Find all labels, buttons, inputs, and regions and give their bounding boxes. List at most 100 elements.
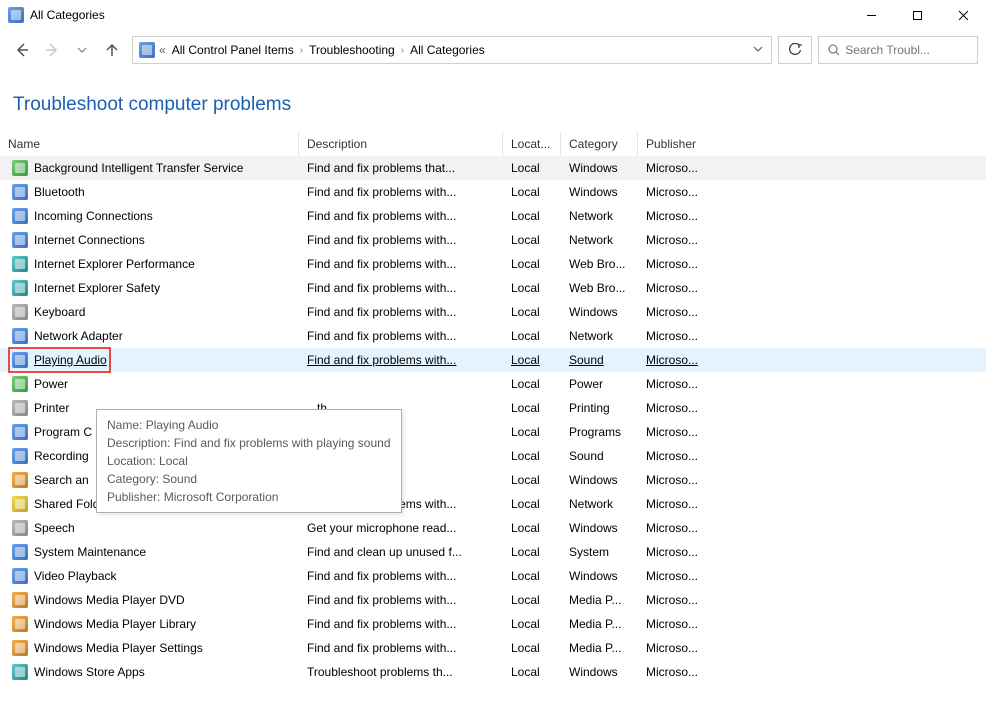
refresh-button[interactable] — [778, 36, 812, 64]
item-publisher: Microso... — [638, 641, 720, 655]
item-name: Bluetooth — [34, 185, 85, 199]
item-publisher: Microso... — [638, 449, 720, 463]
tooltip-name: Playing Audio — [146, 418, 219, 432]
item-icon — [12, 664, 28, 680]
window-icon — [8, 7, 24, 23]
item-publisher: Microso... — [638, 545, 720, 559]
column-header-name[interactable]: Name — [0, 132, 299, 156]
item-location: Local — [503, 353, 561, 367]
table-row[interactable]: Internet ConnectionsFind and fix problem… — [0, 228, 986, 252]
table-row[interactable]: Playing AudioFind and fix problems with.… — [0, 348, 986, 372]
nav-recent-button[interactable] — [68, 36, 96, 64]
item-publisher: Microso... — [638, 209, 720, 223]
item-category: Sound — [561, 449, 638, 463]
minimize-icon — [866, 10, 877, 21]
item-location: Local — [503, 401, 561, 415]
item-name: Recording — [34, 449, 89, 463]
item-publisher: Microso... — [638, 497, 720, 511]
item-name: Internet Connections — [34, 233, 145, 247]
breadcrumb-item[interactable]: All Categories — [406, 37, 489, 63]
table-row[interactable]: Windows Media Player SettingsFind and fi… — [0, 636, 986, 660]
column-header-category[interactable]: Category — [561, 132, 638, 156]
tooltip-cat-label: Category: — [107, 472, 159, 486]
item-location: Local — [503, 473, 561, 487]
item-category: Programs — [561, 425, 638, 439]
table-row[interactable]: BluetoothFind and fix problems with...Lo… — [0, 180, 986, 204]
table-row[interactable]: Network AdapterFind and fix problems wit… — [0, 324, 986, 348]
item-description: Troubleshoot problems th... — [299, 665, 503, 679]
tooltip-cat: Sound — [162, 472, 197, 486]
item-publisher: Microso... — [638, 569, 720, 583]
item-name: Search an — [34, 473, 89, 487]
item-location: Local — [503, 665, 561, 679]
item-category: Network — [561, 329, 638, 343]
item-publisher: Microso... — [638, 593, 720, 607]
table-row[interactable]: Incoming ConnectionsFind and fix problem… — [0, 204, 986, 228]
table-row[interactable]: Background Intelligent Transfer ServiceF… — [0, 156, 986, 180]
tooltip-desc: Find and fix problems with playing sound — [174, 436, 391, 450]
search-input[interactable] — [845, 43, 969, 57]
table-row[interactable]: Windows Store Apps Troubleshoot problems … — [0, 660, 986, 684]
table-row[interactable]: Windows Media Player DVDFind and fix pro… — [0, 588, 986, 612]
item-category: Network — [561, 233, 638, 247]
item-name: Windows Store Apps — [34, 665, 145, 679]
item-location: Local — [503, 641, 561, 655]
item-publisher: Microso... — [638, 281, 720, 295]
column-header-publisher[interactable]: Publisher — [638, 132, 720, 156]
column-header-location[interactable]: Locat... — [503, 132, 561, 156]
item-publisher: Microso... — [638, 329, 720, 343]
item-description: Find and fix problems with... — [299, 209, 503, 223]
search-box[interactable] — [818, 36, 978, 64]
item-publisher: Microso... — [638, 521, 720, 535]
item-publisher: Microso... — [638, 617, 720, 631]
item-publisher: Microso... — [638, 305, 720, 319]
breadcrumb-item[interactable]: All Control Panel Items — [168, 37, 298, 63]
close-button[interactable] — [940, 0, 986, 30]
item-name: Speech — [34, 521, 75, 535]
titlebar: All Categories — [0, 0, 986, 30]
nav-up-button[interactable] — [98, 36, 126, 64]
chevron-down-icon — [753, 44, 763, 54]
nav-forward-button[interactable] — [38, 36, 66, 64]
table-row[interactable]: Internet Explorer PerformanceFind and fi… — [0, 252, 986, 276]
item-icon — [12, 616, 28, 632]
item-description: Get your microphone read... — [299, 521, 503, 535]
arrow-up-icon — [104, 42, 120, 58]
column-header-description[interactable]: Description — [299, 132, 503, 156]
breadcrumb-item[interactable]: Troubleshooting — [305, 37, 399, 63]
column-headers: Name Description Locat... Category Publi… — [0, 132, 986, 156]
item-icon — [12, 256, 28, 272]
item-icon — [12, 568, 28, 584]
tooltip: Name: Playing Audio Description: Find an… — [96, 409, 402, 513]
item-category: Media P... — [561, 641, 638, 655]
item-location: Local — [503, 209, 561, 223]
item-location: Local — [503, 425, 561, 439]
maximize-button[interactable] — [894, 0, 940, 30]
item-name: Program C — [34, 425, 92, 439]
nav-back-button[interactable] — [8, 36, 36, 64]
address-bar[interactable]: « All Control Panel Items › Troubleshoot… — [132, 36, 772, 64]
item-icon — [12, 520, 28, 536]
minimize-button[interactable] — [848, 0, 894, 30]
table-row[interactable]: Windows Media Player LibraryFind and fix… — [0, 612, 986, 636]
tooltip-desc-label: Description: — [107, 436, 170, 450]
table-row[interactable]: Video PlaybackFind and fix problems with… — [0, 564, 986, 588]
table-row[interactable]: SpeechGet your microphone read...LocalWi… — [0, 516, 986, 540]
table-row[interactable]: System MaintenanceFind and clean up unus… — [0, 540, 986, 564]
item-name: Network Adapter — [34, 329, 123, 343]
table-row[interactable]: KeyboardFind and fix problems with...Loc… — [0, 300, 986, 324]
item-name: Background Intelligent Transfer Service — [34, 161, 243, 175]
item-category: Windows — [561, 185, 638, 199]
item-icon — [12, 400, 28, 416]
item-icon — [12, 592, 28, 608]
tooltip-pub: Microsoft Corporation — [164, 490, 279, 504]
arrow-right-icon — [44, 42, 60, 58]
item-location: Local — [503, 569, 561, 583]
table-row[interactable]: Internet Explorer SafetyFind and fix pro… — [0, 276, 986, 300]
address-dropdown[interactable] — [747, 44, 769, 57]
item-category: Windows — [561, 569, 638, 583]
item-publisher: Microso... — [638, 665, 720, 679]
item-category: Network — [561, 209, 638, 223]
table-row[interactable]: PowerLocalPowerMicroso... — [0, 372, 986, 396]
item-location: Local — [503, 329, 561, 343]
